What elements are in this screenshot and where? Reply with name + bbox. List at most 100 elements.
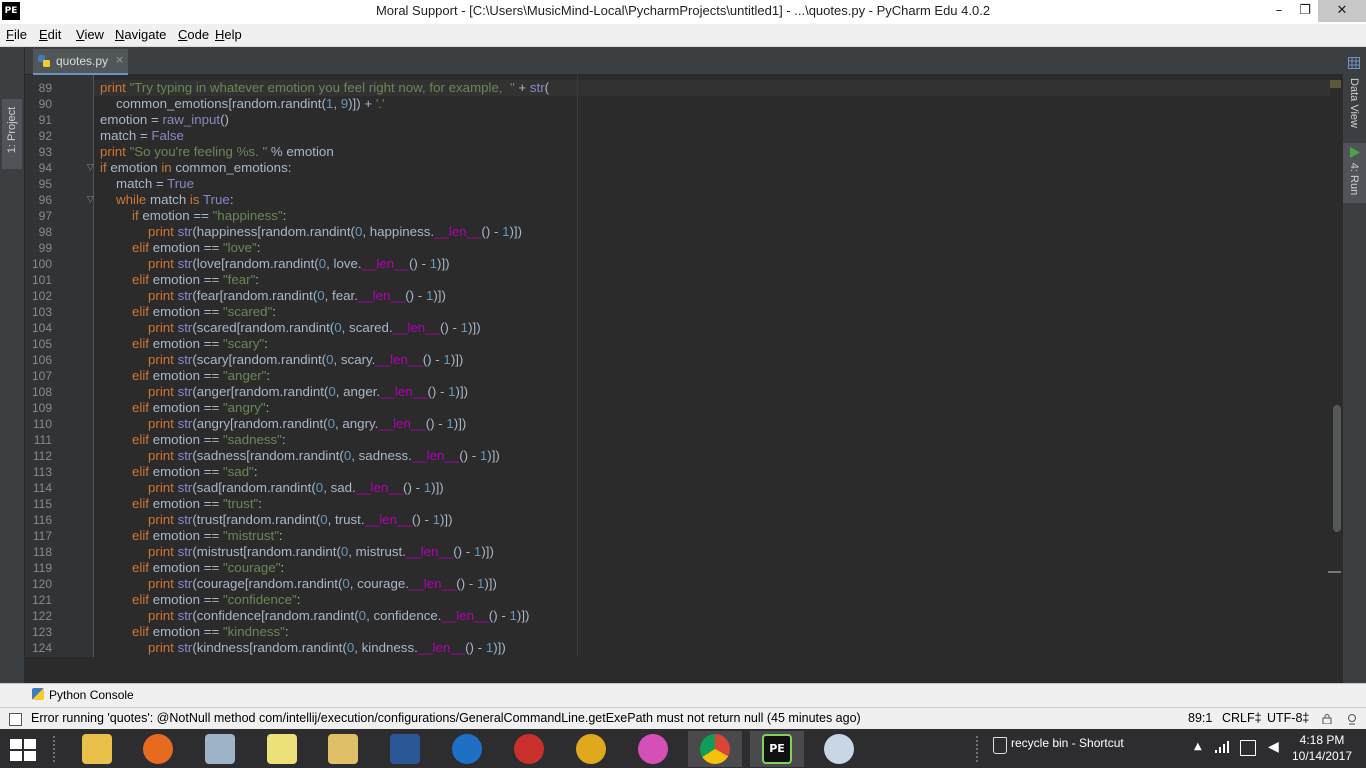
fold-marker-icon[interactable]: ▽: [87, 195, 97, 205]
recycle-bin-icon[interactable]: [993, 737, 1007, 754]
code-line[interactable]: print "Try typing in whatever emotion yo…: [100, 80, 549, 96]
menu-file[interactable]: File: [6, 27, 27, 42]
code-line[interactable]: elif emotion == "anger":: [132, 368, 270, 384]
code-token: "angry": [222, 400, 266, 415]
taskbar-itunes[interactable]: [626, 731, 680, 767]
code-line[interactable]: print str(scary[random.randint(0, scary.…: [148, 352, 463, 368]
stripe-marker[interactable]: [1328, 571, 1341, 573]
taskbar-word[interactable]: [378, 731, 432, 767]
taskbar-snipping-tool[interactable]: [812, 731, 866, 767]
clock-time[interactable]: 4:18 PM: [1290, 733, 1354, 747]
menu-code[interactable]: Code: [178, 27, 209, 42]
code-line[interactable]: print str(fear[random.randint(0, fear.__…: [148, 288, 446, 304]
code-token: "scared": [222, 304, 273, 319]
taskbar-app-yellow[interactable]: [564, 731, 618, 767]
code-line[interactable]: print str(sad[random.randint(0, sad.__le…: [148, 480, 444, 496]
close-button[interactable]: ✕: [1318, 0, 1366, 22]
code-line[interactable]: print str(anger[random.randint(0, anger.…: [148, 384, 468, 400]
code-line[interactable]: elif emotion == "sad":: [132, 464, 258, 480]
code-line[interactable]: print str(scared[random.randint(0, scare…: [148, 320, 481, 336]
code-token: str: [177, 288, 193, 303]
code-line[interactable]: print str(courage[random.randint(0, cour…: [148, 576, 497, 592]
wifi-signal-icon[interactable]: [1215, 741, 1231, 753]
start-pane-3: [10, 751, 22, 761]
taskbar-chrome[interactable]: [688, 731, 742, 767]
code-line[interactable]: elif emotion == "scared":: [132, 304, 276, 320]
menu-help[interactable]: Help: [215, 27, 242, 42]
code-line[interactable]: elif emotion == "trust":: [132, 496, 262, 512]
python-console-tab[interactable]: Python Console: [32, 688, 134, 702]
code-line[interactable]: common_emotions[random.randint(1, 9)]) +…: [116, 96, 385, 112]
code-line[interactable]: print str(happiness[random.randint(0, ha…: [148, 224, 522, 240]
taskbar-app-blue[interactable]: [440, 731, 494, 767]
code-line[interactable]: match = False: [100, 128, 184, 144]
tab-quotes-py[interactable]: quotes.py ×: [33, 49, 128, 76]
line-separator[interactable]: CRLF‡: [1222, 711, 1262, 725]
code-line[interactable]: print str(confidence[random.randint(0, c…: [148, 608, 529, 624]
menu-view[interactable]: View: [76, 27, 104, 42]
code-line[interactable]: elif emotion == "angry":: [132, 400, 269, 416]
menu-navigate[interactable]: Navigate: [115, 27, 166, 42]
editor-scrollbar[interactable]: [1330, 75, 1343, 657]
clock-date[interactable]: 10/14/2017: [1290, 749, 1354, 763]
status-message[interactable]: Error running 'quotes': @NotNull method …: [31, 711, 861, 725]
code-line[interactable]: elif emotion == "scary":: [132, 336, 268, 352]
taskbar-documents[interactable]: [316, 731, 370, 767]
code-line[interactable]: if emotion in common_emotions:: [100, 160, 291, 176]
code-line[interactable]: elif emotion == "love":: [132, 240, 260, 256]
code-line[interactable]: print str(kindness[random.randint(0, kin…: [148, 640, 506, 656]
code-line[interactable]: print str(love[random.randint(0, love.__…: [148, 256, 450, 272]
project-tool-tab[interactable]: 1: Project: [2, 99, 22, 169]
taskbar-ccleaner[interactable]: [502, 731, 556, 767]
code-token: print: [100, 144, 130, 159]
menu-edit[interactable]: Edit: [39, 27, 61, 42]
error-stripe-marker[interactable]: [1330, 80, 1341, 88]
code-token: , trust.: [327, 512, 365, 527]
file-encoding[interactable]: UTF-8‡: [1267, 711, 1309, 725]
maximize-button[interactable]: ❐: [1288, 0, 1322, 22]
taskbar-calculator[interactable]: [193, 731, 247, 767]
battery-icon[interactable]: [1240, 740, 1256, 756]
tab-close-icon[interactable]: ×: [115, 53, 124, 66]
code-line[interactable]: elif emotion == "sadness":: [132, 432, 286, 448]
code-line[interactable]: print str(mistrust[random.randint(0, mis…: [148, 544, 494, 560]
volume-icon[interactable]: ◀: [1268, 739, 1279, 755]
bottom-tool-bar: Python Console: [0, 683, 1366, 708]
taskbar-pycharm[interactable]: PE: [750, 731, 804, 767]
code-editor[interactable]: 89 90 91 92 93 94 ▽ 95 96 ▽ 97 98 99 100 101 102 103 104 1…: [25, 75, 1343, 657]
tray-overflow-chevron-icon[interactable]: ▲: [1194, 741, 1202, 752]
menu-help-label: elp: [224, 27, 242, 42]
taskbar-file-explorer[interactable]: [70, 731, 124, 767]
code-line[interactable]: elif emotion == "fear":: [132, 272, 259, 288]
inspector-icon[interactable]: [1346, 713, 1358, 725]
run-tool-tab[interactable]: 4: Run: [1343, 143, 1366, 203]
code-line[interactable]: while match is True:: [116, 192, 234, 208]
code-line[interactable]: elif emotion == "confidence":: [132, 592, 300, 608]
windows-start-icon[interactable]: [10, 739, 38, 761]
code-line[interactable]: emotion = raw_input(): [100, 112, 229, 128]
code-line[interactable]: print str(trust[random.randint(0, trust.…: [148, 512, 453, 528]
taskbar-sticky-notes[interactable]: [255, 731, 309, 767]
tool-window-toggle-icon[interactable]: [9, 713, 22, 726]
code-line[interactable]: if emotion == "happiness":: [132, 208, 286, 224]
scrollbar-thumb[interactable]: [1333, 405, 1341, 532]
code-token: , angry.: [335, 416, 379, 431]
menu-file-mnemonic: F: [6, 27, 14, 42]
code-line[interactable]: elif emotion == "kindness":: [132, 624, 289, 640]
lock-icon[interactable]: [1322, 714, 1332, 724]
code-line[interactable]: print str(angry[random.randint(0, angry.…: [148, 416, 466, 432]
data-view-tool-tab[interactable]: Data View: [1343, 55, 1366, 135]
code-token: () -: [488, 608, 510, 623]
code-line[interactable]: elif emotion == "courage":: [132, 560, 284, 576]
code-line[interactable]: elif emotion == "mistrust":: [132, 528, 283, 544]
taskbar-firefox[interactable]: [131, 731, 185, 767]
code-token: )]): [487, 448, 500, 463]
code-line[interactable]: print "So you're feeling %s. " % emotion: [100, 144, 334, 160]
code-line[interactable]: print str(sadness[random.randint(0, sadn…: [148, 448, 500, 464]
caret-position[interactable]: 89:1: [1188, 711, 1212, 725]
recycle-bin-shortcut[interactable]: recycle bin - Shortcut: [1011, 736, 1124, 750]
fold-marker-icon[interactable]: ▽: [87, 163, 97, 173]
code-token: (: [544, 80, 550, 95]
code-line[interactable]: match = True: [116, 176, 194, 192]
code-token: "fear": [222, 272, 256, 287]
